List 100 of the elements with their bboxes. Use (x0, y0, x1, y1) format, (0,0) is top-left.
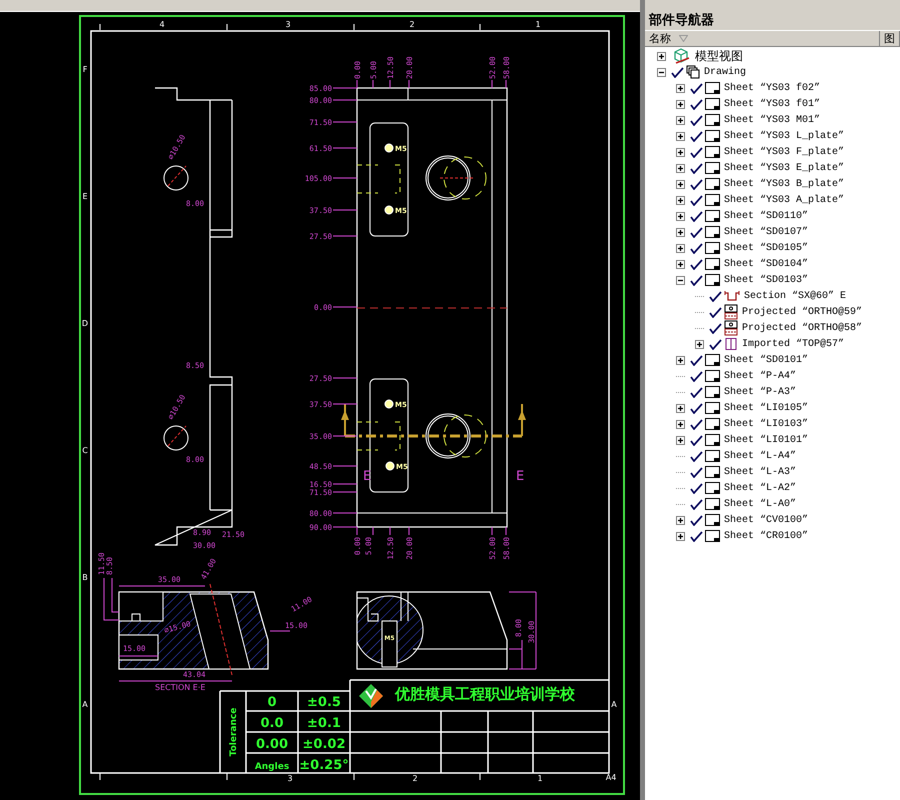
check-icon[interactable] (690, 482, 703, 494)
threaded-hole (384, 144, 394, 152)
tree-item[interactable]: Sheet “YS03 B_plate” (724, 178, 844, 190)
check-icon[interactable] (690, 82, 703, 94)
expander-icon[interactable] (676, 100, 685, 108)
expander-icon[interactable] (676, 356, 685, 364)
expander-icon[interactable] (657, 52, 666, 60)
tree-item[interactable]: Section “SX@60” E (744, 290, 846, 302)
tree-item[interactable]: Drawing (704, 66, 746, 78)
expander-icon[interactable] (676, 260, 685, 268)
check-icon[interactable] (671, 66, 684, 78)
tree-item[interactable]: Sheet “YS03 A_plate” (724, 194, 844, 206)
check-icon[interactable] (690, 162, 703, 174)
tree-item[interactable]: Sheet “SD0104” (724, 258, 808, 270)
check-icon[interactable] (709, 338, 722, 350)
check-icon[interactable] (690, 274, 703, 286)
tree-item[interactable]: Sheet “SD0107” (724, 226, 808, 238)
sheet-icon (705, 194, 720, 206)
tree-item[interactable]: Sheet “SD0101” (724, 354, 808, 366)
column-header[interactable]: 名称 (645, 31, 880, 46)
expander-icon[interactable] (676, 404, 685, 412)
tree-item[interactable]: Sheet “YS03 f02” (724, 82, 820, 94)
tree-item[interactable]: Imported “TOP@57” (742, 338, 844, 350)
check-icon[interactable] (690, 370, 703, 382)
tree-item[interactable]: Sheet “YS03 M01” (724, 114, 820, 126)
expander-icon[interactable] (676, 436, 685, 444)
expander-icon[interactable] (676, 516, 685, 524)
zone-number: 2 (409, 20, 415, 29)
expander-icon[interactable] (676, 212, 685, 220)
sheet-icon (705, 98, 720, 110)
sheet-icon (705, 178, 720, 190)
expander-icon[interactable] (676, 132, 685, 140)
expander-icon[interactable] (676, 148, 685, 156)
check-icon[interactable] (690, 354, 703, 366)
expander-icon[interactable] (676, 276, 685, 284)
expander-icon[interactable] (676, 116, 685, 124)
check-icon[interactable] (690, 450, 703, 462)
section-caption: SECTION E·E (155, 683, 206, 692)
tree-item[interactable]: Sheet “L-A0” (724, 498, 796, 510)
expander-icon[interactable] (676, 228, 685, 236)
check-icon[interactable] (709, 290, 722, 302)
expander-icon[interactable] (676, 532, 685, 540)
tree-item[interactable]: Sheet “YS03 f01” (724, 98, 820, 110)
tree-item[interactable]: Sheet “CV0100” (724, 514, 808, 526)
tree-item[interactable]: Sheet “P-A3” (724, 386, 796, 398)
expander-icon[interactable] (695, 340, 704, 348)
tree-item[interactable]: Sheet “L-A2” (724, 482, 796, 494)
expander-icon[interactable] (676, 164, 685, 172)
check-icon[interactable] (690, 178, 703, 190)
check-icon[interactable] (690, 130, 703, 142)
check-icon[interactable] (690, 514, 703, 526)
zone-letter: A (82, 700, 88, 709)
tree-item[interactable]: Sheet “LI0101” (724, 434, 808, 446)
tree-item[interactable]: Sheet “P-A4” (724, 370, 796, 382)
expander-icon[interactable] (657, 68, 666, 76)
check-icon[interactable] (690, 530, 703, 542)
check-icon[interactable] (709, 322, 722, 334)
tolerance-precision: 0.00 (256, 737, 288, 752)
check-icon[interactable] (690, 466, 703, 478)
tree-item[interactable]: Sheet “YS03 F_plate” (724, 146, 844, 158)
check-icon[interactable] (690, 146, 703, 158)
sheet-icon (705, 162, 720, 174)
check-icon[interactable] (690, 242, 703, 254)
check-icon[interactable] (690, 402, 703, 414)
expander-icon[interactable] (676, 196, 685, 204)
expander-icon[interactable] (676, 420, 685, 428)
tree-item[interactable]: Sheet “SD0105” (724, 242, 808, 254)
tree-item[interactable]: Sheet “YS03 E_plate” (724, 162, 844, 174)
tree-item[interactable]: Sheet “L-A3” (724, 466, 796, 478)
check-icon[interactable] (690, 386, 703, 398)
zone-letter: C (82, 446, 88, 455)
tree-item[interactable]: Sheet “LI0105” (724, 402, 808, 414)
check-icon[interactable] (690, 258, 703, 270)
tree-item[interactable]: Sheet “SD0110” (724, 210, 808, 222)
check-icon[interactable] (690, 418, 703, 430)
check-icon[interactable] (709, 306, 722, 318)
check-icon[interactable] (690, 194, 703, 206)
check-icon[interactable] (690, 226, 703, 238)
tree-item[interactable]: Sheet “YS03 L_plate” (724, 130, 844, 142)
tree-item[interactable]: Projected “ORTHO@58” (742, 322, 862, 334)
tree-item[interactable]: Sheet “L-A4” (724, 450, 796, 462)
expander-icon[interactable] (676, 244, 685, 252)
tree-item[interactable]: Sheet “CR0100” (724, 530, 808, 542)
tree-item[interactable]: Sheet “LI0103” (724, 418, 808, 430)
tree-item[interactable]: Projected “ORTHO@59” (742, 306, 862, 318)
check-icon[interactable] (690, 434, 703, 446)
sheet-size: A4 (606, 773, 616, 782)
expander-icon[interactable] (676, 84, 685, 92)
expander-icon[interactable] (676, 180, 685, 188)
check-icon[interactable] (690, 210, 703, 222)
sheet-icon (705, 530, 720, 542)
column-header[interactable]: 图 (880, 31, 900, 46)
sheet-icon (705, 114, 720, 126)
tolerance-precision: 0.0 (260, 716, 284, 731)
check-icon[interactable] (690, 498, 703, 510)
check-icon[interactable] (690, 114, 703, 126)
tree-item[interactable]: Sheet “SD0103” (724, 274, 808, 286)
check-icon[interactable] (690, 98, 703, 110)
tree-item[interactable]: 模型视图 (695, 48, 743, 64)
sheet-icon (705, 450, 720, 462)
